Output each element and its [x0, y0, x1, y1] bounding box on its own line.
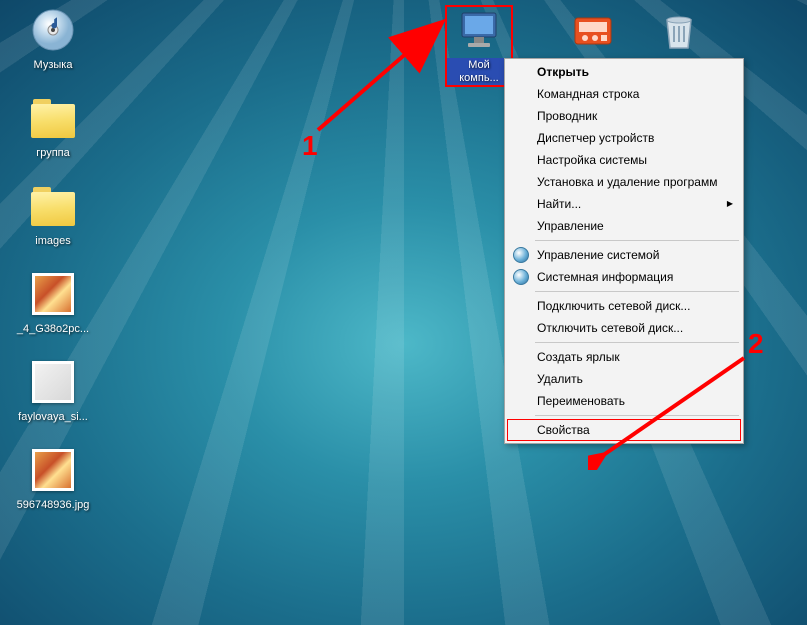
desktop-icon-group[interactable]: группа: [14, 94, 92, 161]
desktop-icon-control-panel[interactable]: [554, 6, 632, 60]
menu-item-unmap-drive[interactable]: Отключить сетевой диск...: [507, 317, 741, 339]
desktop-icon-thumb1[interactable]: _4_G38o2pc...: [14, 270, 92, 337]
control-panel-icon: [569, 6, 617, 54]
image-thumb-icon: [29, 358, 77, 406]
icon-label: группа: [14, 146, 92, 161]
computer-icon: [455, 6, 503, 54]
context-menu: Открыть Командная строка Проводник Диспе…: [504, 58, 744, 444]
menu-separator: [535, 291, 739, 292]
menu-item-map-drive[interactable]: Подключить сетевой диск...: [507, 295, 741, 317]
menu-item-delete[interactable]: Удалить: [507, 368, 741, 390]
menu-item-explorer[interactable]: Проводник: [507, 105, 741, 127]
icon-label: Мой компь...: [446, 58, 512, 86]
menu-item-create-shortcut[interactable]: Создать ярлык: [507, 346, 741, 368]
desktop[interactable]: Музыка группа images _4_G38o2pc... faylo…: [0, 0, 807, 625]
music-disc-icon: [29, 6, 77, 54]
desktop-icon-images[interactable]: images: [14, 182, 92, 249]
folder-icon: [29, 94, 77, 142]
folder-icon: [29, 182, 77, 230]
menu-item-properties[interactable]: Свойства: [507, 419, 741, 441]
menu-item-device-manager[interactable]: Диспетчер устройств: [507, 127, 741, 149]
desktop-icon-thumb3[interactable]: 596748936.jpg: [14, 446, 92, 513]
menu-item-find[interactable]: Найти...: [507, 193, 741, 215]
icon-label: 596748936.jpg: [14, 498, 92, 513]
annotation-arrow-1: [300, 12, 460, 142]
desktop-icon-recycle-bin[interactable]: [640, 6, 718, 60]
annotation-number-2: 2: [748, 328, 764, 360]
icon-label: faylovaya_si...: [14, 410, 92, 425]
image-thumb-icon: [29, 446, 77, 494]
desktop-icon-thumb2[interactable]: faylovaya_si...: [14, 358, 92, 425]
menu-separator: [535, 415, 739, 416]
desktop-icon-music[interactable]: Музыка: [14, 6, 92, 73]
recycle-bin-icon: [655, 6, 703, 54]
icon-label: images: [14, 234, 92, 249]
annotation-number-1: 1: [302, 130, 318, 162]
desktop-icon-my-computer[interactable]: Мой компь...: [446, 6, 512, 86]
icon-label: _4_G38o2pc...: [14, 322, 92, 337]
menu-item-open[interactable]: Открыть: [507, 61, 741, 83]
info-icon: [513, 269, 529, 285]
menu-item-manage[interactable]: Управление: [507, 215, 741, 237]
menu-item-appwiz[interactable]: Установка и удаление программ: [507, 171, 741, 193]
image-thumb-icon: [29, 270, 77, 318]
menu-separator: [535, 240, 739, 241]
menu-item-sysinfo[interactable]: Системная информация: [507, 266, 741, 288]
icon-label: Музыка: [14, 58, 92, 73]
menu-item-cmd[interactable]: Командная строка: [507, 83, 741, 105]
menu-separator: [535, 342, 739, 343]
gear-icon: [513, 247, 529, 263]
menu-item-rename[interactable]: Переименовать: [507, 390, 741, 412]
menu-item-sysmanage[interactable]: Управление системой: [507, 244, 741, 266]
menu-item-msconfig[interactable]: Настройка системы: [507, 149, 741, 171]
